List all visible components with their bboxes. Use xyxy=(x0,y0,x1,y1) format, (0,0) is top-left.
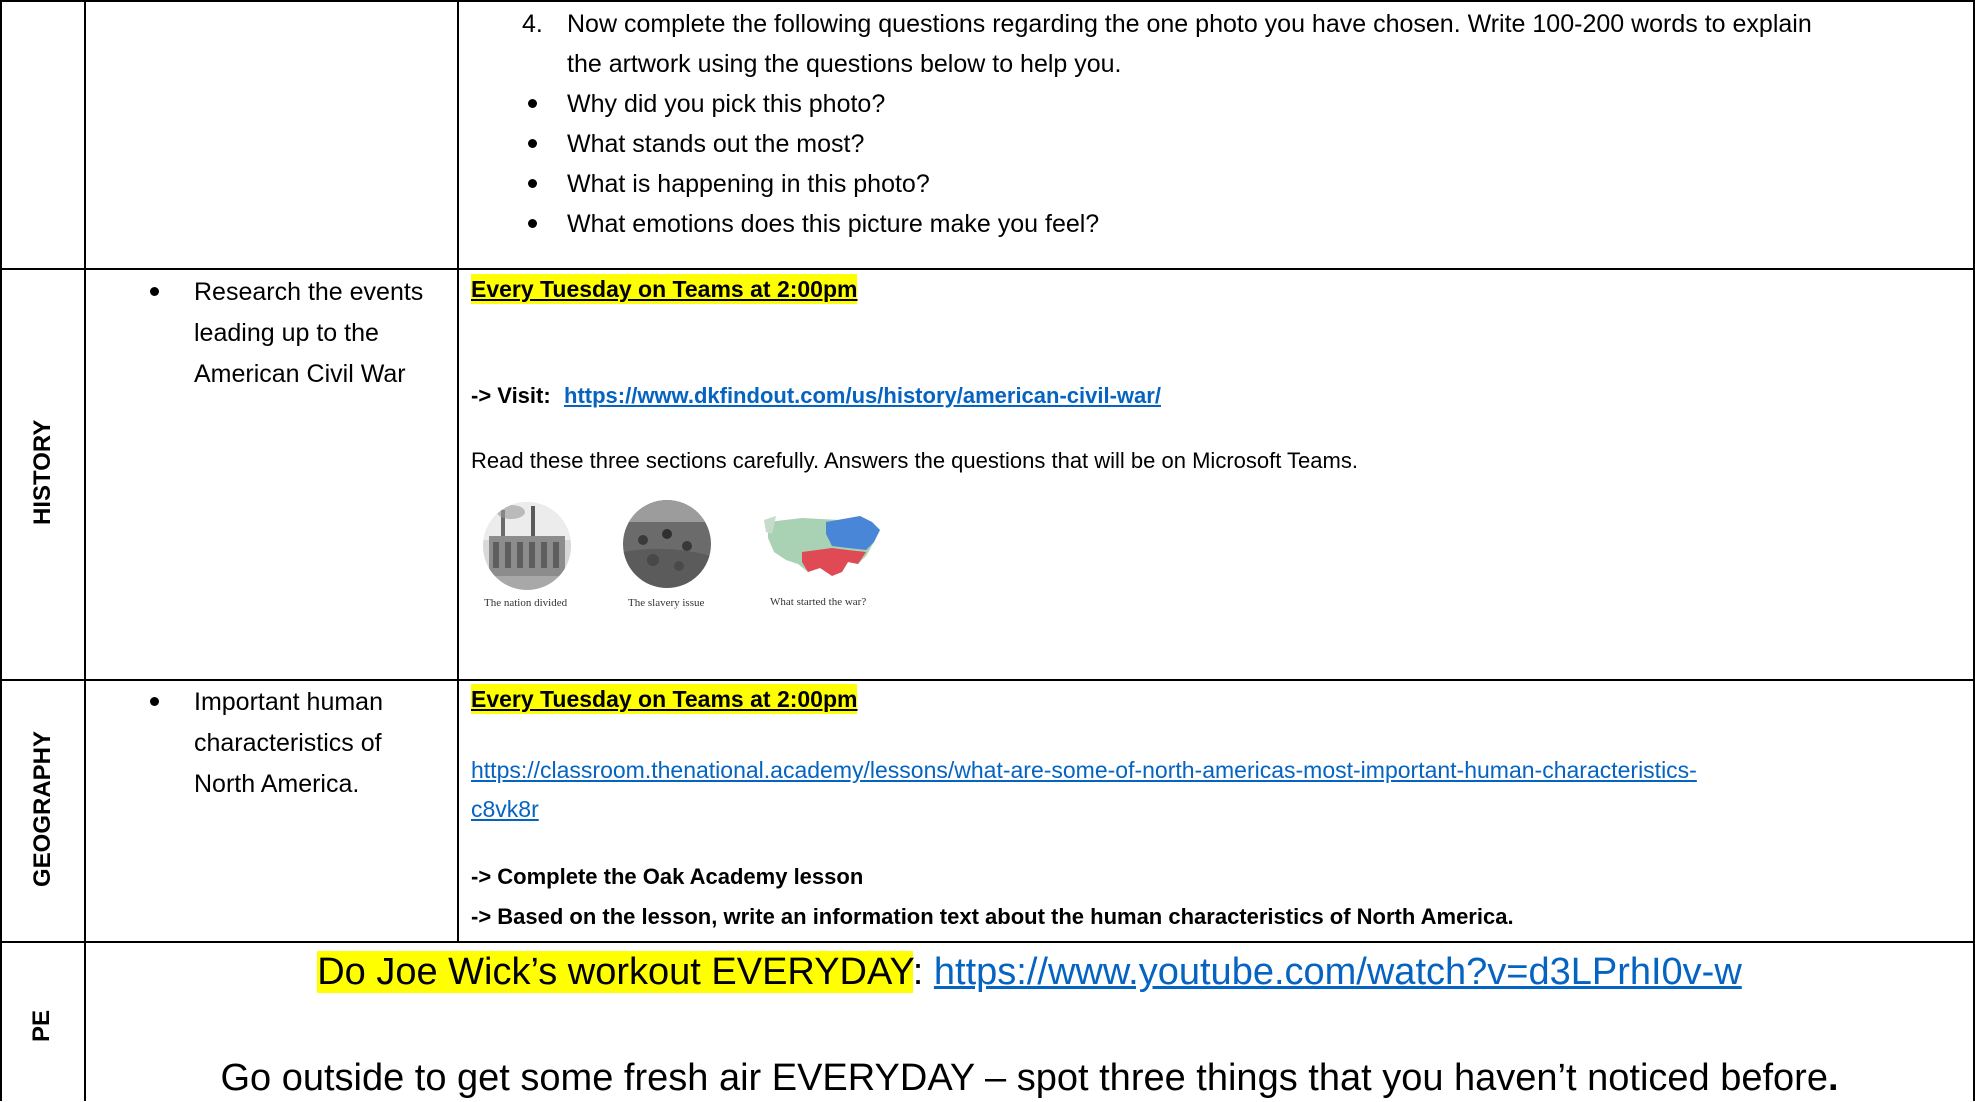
task-line: -> Based on the lesson, write an informa… xyxy=(471,904,1514,929)
outside-end: . xyxy=(1827,1057,1839,1099)
subject-label-pe: PE xyxy=(28,1010,55,1043)
column-divider-subject xyxy=(84,0,86,1101)
bullet-icon xyxy=(528,219,537,228)
us-map-icon[interactable] xyxy=(762,512,886,584)
step-text-line2: the artwork using the questions below to… xyxy=(567,50,1122,78)
subject-label-geography: GEOGRAPHY xyxy=(29,730,56,888)
table-border-left xyxy=(0,0,2,1101)
objective-line: characteristics of xyxy=(194,729,382,757)
outside-text: Go outside to get some fresh air EVERYDA… xyxy=(220,1057,1828,1099)
bullet-icon xyxy=(528,99,537,108)
question-item: What stands out the most? xyxy=(567,130,865,158)
bullet-icon xyxy=(150,697,159,706)
question-item: What emotions does this picture make you… xyxy=(567,210,1100,238)
subject-label-history: HISTORY xyxy=(29,419,56,525)
workout-colon: : xyxy=(912,951,924,993)
schedule-badge: Every Tuesday on Teams at 2:00pm xyxy=(471,274,858,304)
objective-line: leading up to the xyxy=(194,319,379,347)
objective-line: Important human xyxy=(194,688,383,716)
history-instruction: Read these three sections carefully. Ans… xyxy=(471,448,1358,473)
outside-line: Go outside to get some fresh air EVERYDA… xyxy=(86,1054,1973,1102)
table-border-top xyxy=(0,0,1975,2)
schedule-badge: Every Tuesday on Teams at 2:00pm xyxy=(471,684,858,714)
objective-line: North America. xyxy=(194,770,360,798)
row-divider-geography-pe xyxy=(0,941,1975,943)
question-item: What is happening in this photo? xyxy=(567,170,930,198)
oak-academy-link-line2[interactable]: c8vk8r xyxy=(471,789,539,829)
section-caption: What started the war? xyxy=(770,596,867,608)
task-line: -> Complete the Oak Academy lesson xyxy=(471,864,864,889)
workout-line: Do Joe Wick’s workout EVERYDAY: https://… xyxy=(86,948,1973,996)
column-divider-objective xyxy=(457,0,459,941)
field-photo-icon[interactable] xyxy=(623,500,711,588)
objective-line: Research the events xyxy=(194,278,424,306)
bullet-icon xyxy=(528,179,537,188)
question-item: Why did you pick this photo? xyxy=(567,90,886,118)
dkfindout-link[interactable]: https://www.dkfindout.com/us/history/ame… xyxy=(564,376,1161,416)
lesson-plan-table: 4. Now complete the following questions … xyxy=(0,0,1975,1101)
row-divider-history-geography xyxy=(0,679,1975,681)
youtube-workout-link[interactable]: https://www.youtube.com/watch?v=d3LPrhI0… xyxy=(934,951,1742,993)
bullet-icon xyxy=(528,139,537,148)
workout-text: Do Joe Wick’s workout EVERYDAY xyxy=(317,951,913,993)
oak-academy-link-line1[interactable]: https://classroom.thenational.academy/le… xyxy=(471,750,1697,790)
step-number: 4. xyxy=(522,10,543,38)
section-caption: The slavery issue xyxy=(628,597,705,609)
factory-photo-icon[interactable] xyxy=(483,502,571,590)
step-text-line1: Now complete the following questions reg… xyxy=(567,10,1812,38)
row-divider-art-history xyxy=(0,268,1975,270)
visit-label: -> Visit: xyxy=(471,383,551,408)
objective-line: American Civil War xyxy=(194,360,406,388)
section-caption: The nation divided xyxy=(484,597,568,609)
bullet-icon xyxy=(150,287,159,296)
